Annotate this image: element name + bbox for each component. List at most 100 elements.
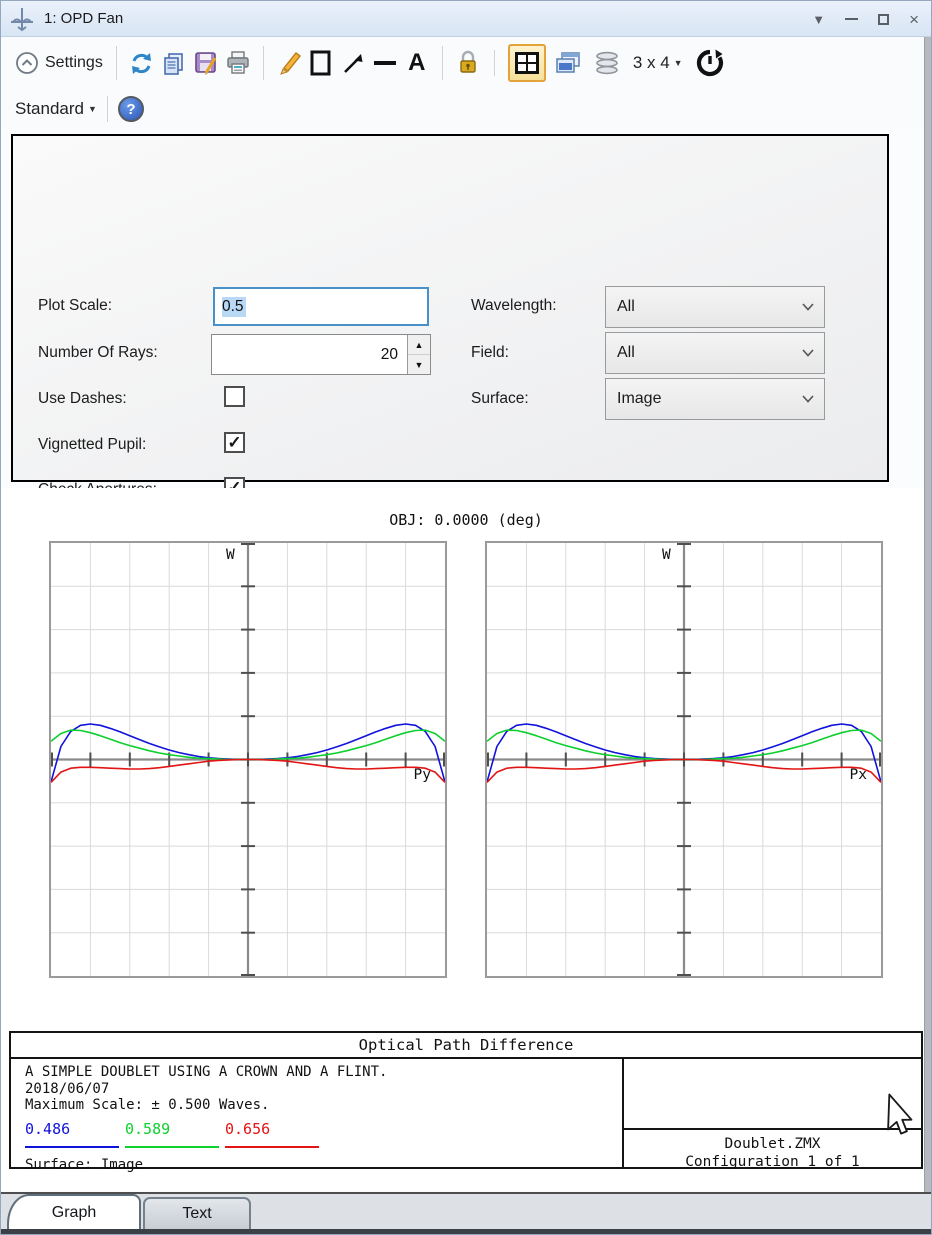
- print-button[interactable]: [222, 46, 254, 80]
- y-axis-label: W: [662, 547, 671, 563]
- close-icon[interactable]: ×: [909, 11, 919, 28]
- x-axis-label: Py: [414, 767, 431, 783]
- lock-icon: [456, 50, 480, 76]
- annotate-text-button[interactable]: A: [401, 46, 433, 80]
- preset-dropdown[interactable]: Standard ▼: [15, 99, 97, 119]
- surface-value: Image: [617, 390, 661, 408]
- lens-title-line: A SIMPLE DOUBLET USING A CROWN AND A FLI…: [25, 1064, 622, 1081]
- legend-item: 0.656: [225, 1121, 325, 1149]
- use-dashes-checkbox[interactable]: ✓: [224, 386, 245, 407]
- printer-icon: [225, 50, 251, 76]
- tab-graph[interactable]: Graph: [7, 1194, 141, 1229]
- lock-button[interactable]: [452, 46, 484, 80]
- plot-title: Optical Path Difference: [11, 1033, 921, 1059]
- pane-grid-icon: [514, 51, 540, 75]
- annotate-line-button[interactable]: [369, 46, 401, 80]
- reset-view-button[interactable]: [689, 46, 731, 80]
- opd-fan-plot-tangential: W Py: [49, 541, 447, 978]
- surface-line: Surface: Image: [25, 1157, 622, 1174]
- help-button[interactable]: ?: [118, 96, 144, 122]
- field-obj-title: OBJ: 0.0000 (deg): [1, 511, 931, 529]
- grid-size-dropdown[interactable]: 3 x 4 ▼: [633, 53, 683, 73]
- number-of-rays-input[interactable]: 20 ▲ ▼: [211, 334, 431, 375]
- line-icon: [371, 50, 399, 76]
- plot-footer-panel: Optical Path Difference A SIMPLE DOUBLET…: [9, 1031, 923, 1169]
- settings-panel: Plot Scale: 0.5 Number Of Rays: 20 ▲ ▼ U…: [11, 134, 889, 482]
- main-toolbar: Settings: [1, 37, 932, 89]
- use-dashes-label: Use Dashes:: [38, 390, 127, 408]
- cascade-windows-icon: [554, 50, 582, 76]
- file-name: Doublet.ZMX: [624, 1136, 921, 1152]
- stepper-up-icon[interactable]: ▲: [408, 335, 430, 355]
- settings-button[interactable]: Settings: [11, 49, 107, 77]
- chevron-up-circle-icon: [15, 51, 39, 75]
- y-axis-label: W: [226, 547, 235, 563]
- annotate-rectangle-button[interactable]: [305, 46, 337, 80]
- surface-select[interactable]: Image: [605, 378, 825, 420]
- wavelength-select[interactable]: All: [605, 286, 825, 328]
- configuration-label: Configuration 1 of 1: [624, 1154, 921, 1170]
- plot-scale-value: 0.5: [222, 297, 246, 317]
- window-pane-layout-button[interactable]: [508, 44, 546, 82]
- layers-icon: [593, 50, 621, 76]
- save-button-icon[interactable]: [190, 46, 222, 80]
- layers-button[interactable]: [587, 46, 627, 80]
- separator: [442, 46, 443, 80]
- legend-line: [25, 1146, 119, 1148]
- minimize-icon[interactable]: [845, 18, 858, 20]
- separator: [107, 96, 108, 122]
- reset-circular-arrow-icon: [695, 48, 725, 78]
- number-of-rays-label: Number Of Rays:: [38, 344, 158, 362]
- wavelength-value: 0.486: [25, 1121, 125, 1138]
- field-select[interactable]: All: [605, 332, 825, 374]
- grid-size-label: 3 x 4: [633, 53, 670, 73]
- check-icon: ✓: [227, 434, 241, 451]
- copy-icon: [161, 51, 186, 76]
- annotate-arrow-button[interactable]: [337, 46, 369, 80]
- number-of-rays-value: 20: [381, 346, 398, 364]
- surface-label: Surface:: [471, 390, 529, 408]
- plot-scale-input[interactable]: 0.5: [213, 287, 429, 326]
- rectangle-icon: [307, 49, 335, 77]
- window-lens-icon: [9, 6, 35, 32]
- tab-bar: Graph Text: [1, 1194, 932, 1229]
- arrow-icon: [340, 50, 366, 76]
- preset-label: Standard: [15, 99, 84, 119]
- cascade-windows-button[interactable]: [549, 46, 587, 80]
- caret-down-icon: ▼: [88, 104, 97, 114]
- window-menu-icon[interactable]: ▼: [812, 12, 825, 27]
- date-line: 2018/06/07: [25, 1081, 622, 1098]
- vignetted-pupil-label: Vignetted Pupil:: [38, 436, 146, 454]
- refresh-button[interactable]: [126, 46, 158, 80]
- file-info-block: Doublet.ZMX Configuration 1 of 1: [622, 1059, 921, 1167]
- plot-scale-label: Plot Scale:: [38, 297, 112, 315]
- vignetted-pupil-checkbox[interactable]: ✓: [224, 432, 245, 453]
- max-scale-line: Maximum Scale: ± 0.500 Waves.: [25, 1097, 622, 1114]
- x-axis-label: Px: [850, 767, 867, 783]
- window-bottom-edge: [1, 1229, 932, 1235]
- wavelength-value: 0.656: [225, 1121, 325, 1138]
- help-icon: ?: [126, 101, 135, 118]
- lens-description-block: A SIMPLE DOUBLET USING A CROWN AND A FLI…: [11, 1059, 622, 1167]
- legend-item: 0.589: [125, 1121, 225, 1149]
- annotate-pencil-button[interactable]: [273, 46, 305, 80]
- chevron-down-icon: [802, 303, 814, 311]
- pencil-icon: [276, 50, 302, 76]
- wavelength-value: 0.589: [125, 1121, 225, 1138]
- text-tool-icon: A: [408, 49, 425, 77]
- save-icon: [193, 50, 219, 76]
- legend-line: [225, 1146, 319, 1148]
- chevron-down-icon: [802, 349, 814, 357]
- maximize-icon[interactable]: [878, 14, 889, 25]
- wavelength-legend: 0.486 0.589 0.656: [25, 1121, 622, 1149]
- window-right-edge: [924, 37, 931, 1192]
- preset-toolbar: Standard ▼ ?: [1, 89, 932, 129]
- wavelength-value: All: [617, 298, 635, 316]
- tab-text[interactable]: Text: [143, 1197, 251, 1229]
- copy-button[interactable]: [158, 46, 190, 80]
- separator: [263, 46, 264, 80]
- refresh-icon: [129, 51, 154, 76]
- settings-label: Settings: [45, 54, 103, 72]
- stepper-down-icon[interactable]: ▼: [408, 355, 430, 374]
- chevron-down-icon: [802, 395, 814, 403]
